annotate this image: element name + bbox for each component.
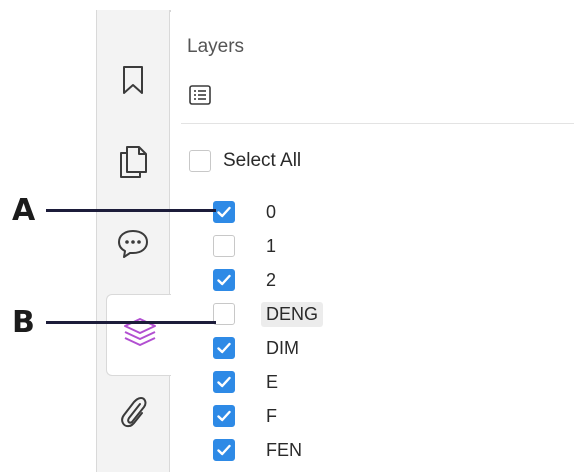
layer-label: 1	[266, 235, 277, 256]
select-all-label: Select All	[223, 150, 302, 171]
layer-row[interactable]: FEN	[213, 435, 307, 465]
panel-title: Layers	[187, 36, 245, 57]
layer-row[interactable]: 0	[213, 197, 281, 227]
layer-label: DENG	[261, 301, 324, 327]
panel-divider	[181, 123, 574, 124]
comment-icon	[116, 228, 150, 265]
list-options-icon[interactable]	[185, 80, 215, 110]
select-all-row[interactable]: Select All	[189, 146, 301, 176]
bookmark-icon	[120, 65, 146, 100]
checkmark-icon	[217, 274, 231, 286]
layer-row[interactable]: F	[213, 401, 282, 431]
layer-visibility-checkbox[interactable]	[213, 201, 235, 223]
layer-visibility-checkbox[interactable]	[213, 439, 235, 461]
callout-line-b	[46, 321, 216, 324]
layer-row[interactable]: 1	[213, 231, 281, 261]
layer-row[interactable]: E	[213, 367, 283, 397]
select-all-checkbox[interactable]	[189, 150, 211, 172]
layer-row[interactable]: DENG	[213, 299, 324, 329]
pages-icon	[118, 145, 148, 184]
bookmarks-button[interactable]	[107, 56, 159, 108]
layer-label: E	[266, 371, 279, 392]
layer-label: 2	[266, 269, 277, 290]
checkmark-icon	[217, 206, 231, 218]
layer-visibility-checkbox[interactable]	[213, 405, 235, 427]
navigation-rail	[96, 10, 172, 472]
layer-visibility-checkbox[interactable]	[213, 269, 235, 291]
layer-row[interactable]: 2	[213, 265, 281, 295]
layers-panel-screenshot: Layers Select All 0 1 2 DENG DIM E F FEN A B	[0, 0, 574, 472]
layer-label: FEN	[266, 439, 302, 460]
checkmark-icon	[217, 342, 231, 354]
layers-panel: Layers Select All 0 1 2 DENG DIM E F FEN	[171, 10, 574, 472]
callout-letter-a: A	[12, 193, 36, 228]
layer-visibility-checkbox[interactable]	[213, 337, 235, 359]
checkmark-icon	[217, 376, 231, 388]
comments-button[interactable]	[107, 220, 159, 272]
layer-label: F	[266, 405, 277, 426]
layer-visibility-checkbox[interactable]	[213, 235, 235, 257]
pages-button[interactable]	[107, 138, 159, 190]
callout-letter-b: B	[12, 305, 35, 340]
checkmark-icon	[217, 410, 231, 422]
attachments-button[interactable]	[107, 388, 159, 440]
checkmark-icon	[217, 444, 231, 456]
document-area	[0, 0, 96, 472]
layers-button[interactable]	[106, 294, 172, 376]
layer-visibility-checkbox[interactable]	[213, 303, 235, 325]
paperclip-icon	[118, 394, 148, 435]
layer-visibility-checkbox[interactable]	[213, 371, 235, 393]
callout-line-a	[46, 209, 216, 212]
layer-row[interactable]: DIM	[213, 333, 304, 363]
layer-label: 0	[266, 201, 277, 222]
layer-label: DIM	[266, 337, 299, 358]
